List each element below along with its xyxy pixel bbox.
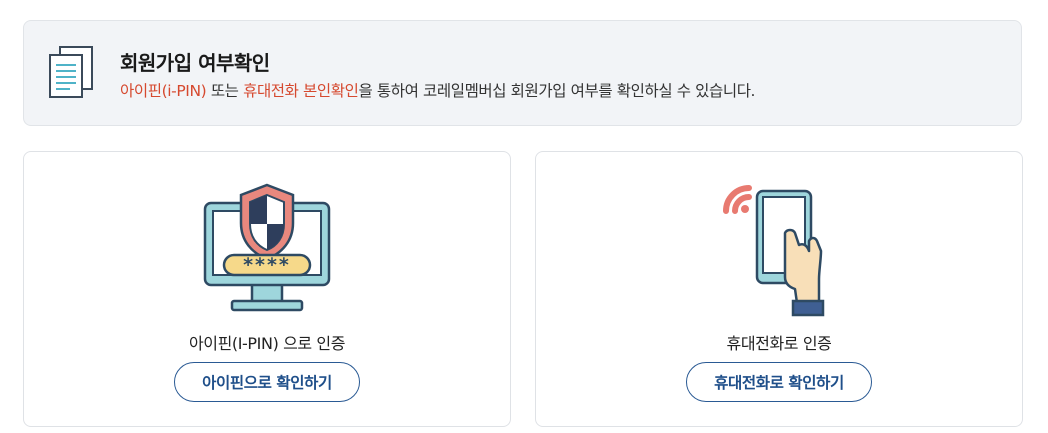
info-box: 회원가입 여부확인 아이핀(i-PIN) 또는 휴대전화 본인확인을 통하여 코… xyxy=(23,20,1022,126)
info-description: 아이핀(i-PIN) 또는 휴대전화 본인확인을 통하여 코레일멤버십 회원가입… xyxy=(120,79,755,101)
phone-highlight: 휴대전화 본인확인 xyxy=(243,82,359,100)
ipin-card: **** 아이핀(I-PIN) 으로 인증 아이핀으로 확인하기 xyxy=(23,151,511,427)
desc-rest: 을 통하여 코레일멤버십 회원가입 여부를 확인하실 수 있습니다. xyxy=(358,82,756,100)
monitor-shield-icon: **** xyxy=(203,183,331,312)
document-icon xyxy=(49,46,93,98)
ipin-verify-button[interactable]: 아이핀으로 확인하기 xyxy=(174,362,360,402)
password-mask: **** xyxy=(243,254,291,276)
ipin-card-label: 아이핀(I-PIN) 으로 인증 xyxy=(188,334,346,353)
phone-card-label: 휴대전화로 인증 xyxy=(726,334,832,353)
desc-or: 또는 xyxy=(206,82,244,100)
phone-card: 휴대전화로 인증 휴대전화로 확인하기 xyxy=(535,151,1023,427)
phone-hand-icon xyxy=(723,185,825,317)
phone-verify-button[interactable]: 휴대전화로 확인하기 xyxy=(686,362,872,402)
ipin-highlight: 아이핀(i-PIN) xyxy=(120,82,207,100)
info-title: 회원가입 여부확인 xyxy=(120,51,270,75)
